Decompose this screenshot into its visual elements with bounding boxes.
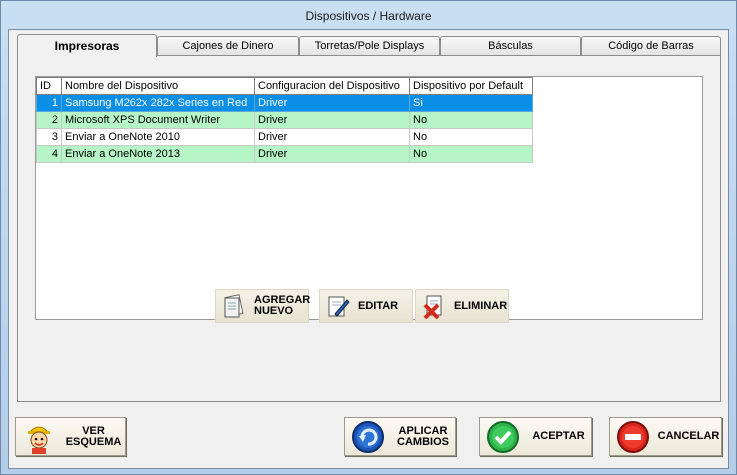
view-schema-label-2: ESQUEMA [65, 435, 122, 448]
table-row[interactable]: 3 Enviar a OneNote 2010 Driver No [36, 128, 533, 146]
column-header-default[interactable]: Dispositivo por Default [409, 77, 533, 95]
apply-changes-label-2: CAMBIOS [397, 435, 449, 448]
tab-cajones-de-dinero[interactable]: Cajones de Dinero [157, 36, 299, 56]
tab-basculas[interactable]: Básculas [440, 36, 581, 56]
tab-panel-impresoras: ID Nombre del Dispositivo Configuracion … [17, 55, 721, 402]
add-new-label-2: NUEVO [254, 305, 294, 317]
delete-x-icon [422, 293, 446, 320]
table-row[interactable]: 4 Enviar a OneNote 2013 Driver No [36, 145, 533, 163]
cell-id: 4 [36, 145, 62, 163]
cell-id: 3 [36, 128, 62, 146]
tab-impresoras[interactable]: Impresoras [17, 34, 157, 57]
app-window: Dispositivos / Hardware Impresoras Cajon… [0, 0, 737, 475]
cell-name: Samsung M262x 282x Series en Red [61, 94, 255, 112]
cell-config: Driver [254, 94, 410, 112]
construction-worker-icon [22, 420, 56, 454]
tab-strip: Impresoras Cajones de Dinero Torretas/Po… [17, 34, 721, 57]
cell-config: Driver [254, 128, 410, 146]
cancel-label: CANCELAR [657, 430, 720, 442]
dialog-client: Impresoras Cajones de Dinero Torretas/Po… [8, 29, 729, 469]
cell-default: No [409, 128, 533, 146]
tab-torretas-pole-displays[interactable]: Torretas/Pole Displays [299, 36, 440, 56]
add-new-button[interactable]: AGREGAR NUEVO [215, 289, 310, 323]
column-header-config[interactable]: Configuracion del Dispositivo [254, 77, 410, 95]
cell-config: Driver [254, 145, 410, 163]
edit-label: EDITAR [358, 299, 399, 312]
column-header-name[interactable]: Nombre del Dispositivo [61, 77, 255, 95]
edit-pencil-icon [326, 293, 350, 319]
cell-id: 2 [36, 111, 62, 129]
delete-label: ELIMINAR [454, 299, 508, 312]
window-title: Dispositivos / Hardware [305, 9, 432, 23]
cell-name: Enviar a OneNote 2013 [61, 145, 255, 163]
stop-icon [616, 420, 650, 454]
cell-default: No [409, 145, 533, 163]
column-header-id[interactable]: ID [36, 77, 62, 95]
tab-codigo-de-barras[interactable]: Código de Barras [581, 36, 721, 56]
devices-grid[interactable]: ID Nombre del Dispositivo Configuracion … [35, 76, 703, 320]
apply-changes-button[interactable]: APLICAR CAMBIOS [344, 417, 456, 456]
refresh-arrow-icon [351, 420, 385, 454]
table-row[interactable]: 1 Samsung M262x 282x Series en Red Drive… [36, 94, 533, 112]
accept-label: ACEPTAR [532, 430, 585, 442]
cell-default: No [409, 111, 533, 129]
view-schema-button[interactable]: VER ESQUEMA [15, 417, 126, 456]
cell-default: Si [409, 94, 533, 112]
cell-id: 1 [36, 94, 62, 112]
delete-button[interactable]: ELIMINAR [415, 289, 509, 323]
check-icon [486, 420, 520, 454]
edit-button[interactable]: EDITAR [319, 289, 413, 323]
cell-name: Microsoft XPS Document Writer [61, 111, 255, 129]
cancel-button[interactable]: CANCELAR [609, 417, 722, 456]
table-header-row: ID Nombre del Dispositivo Configuracion … [36, 77, 533, 95]
cell-name: Enviar a OneNote 2010 [61, 128, 255, 146]
cell-config: Driver [254, 111, 410, 129]
devices-table: ID Nombre del Dispositivo Configuracion … [36, 77, 533, 163]
table-row[interactable]: 2 Microsoft XPS Document Writer Driver N… [36, 111, 533, 129]
accept-button[interactable]: ACEPTAR [479, 417, 592, 456]
document-add-icon [222, 293, 246, 319]
